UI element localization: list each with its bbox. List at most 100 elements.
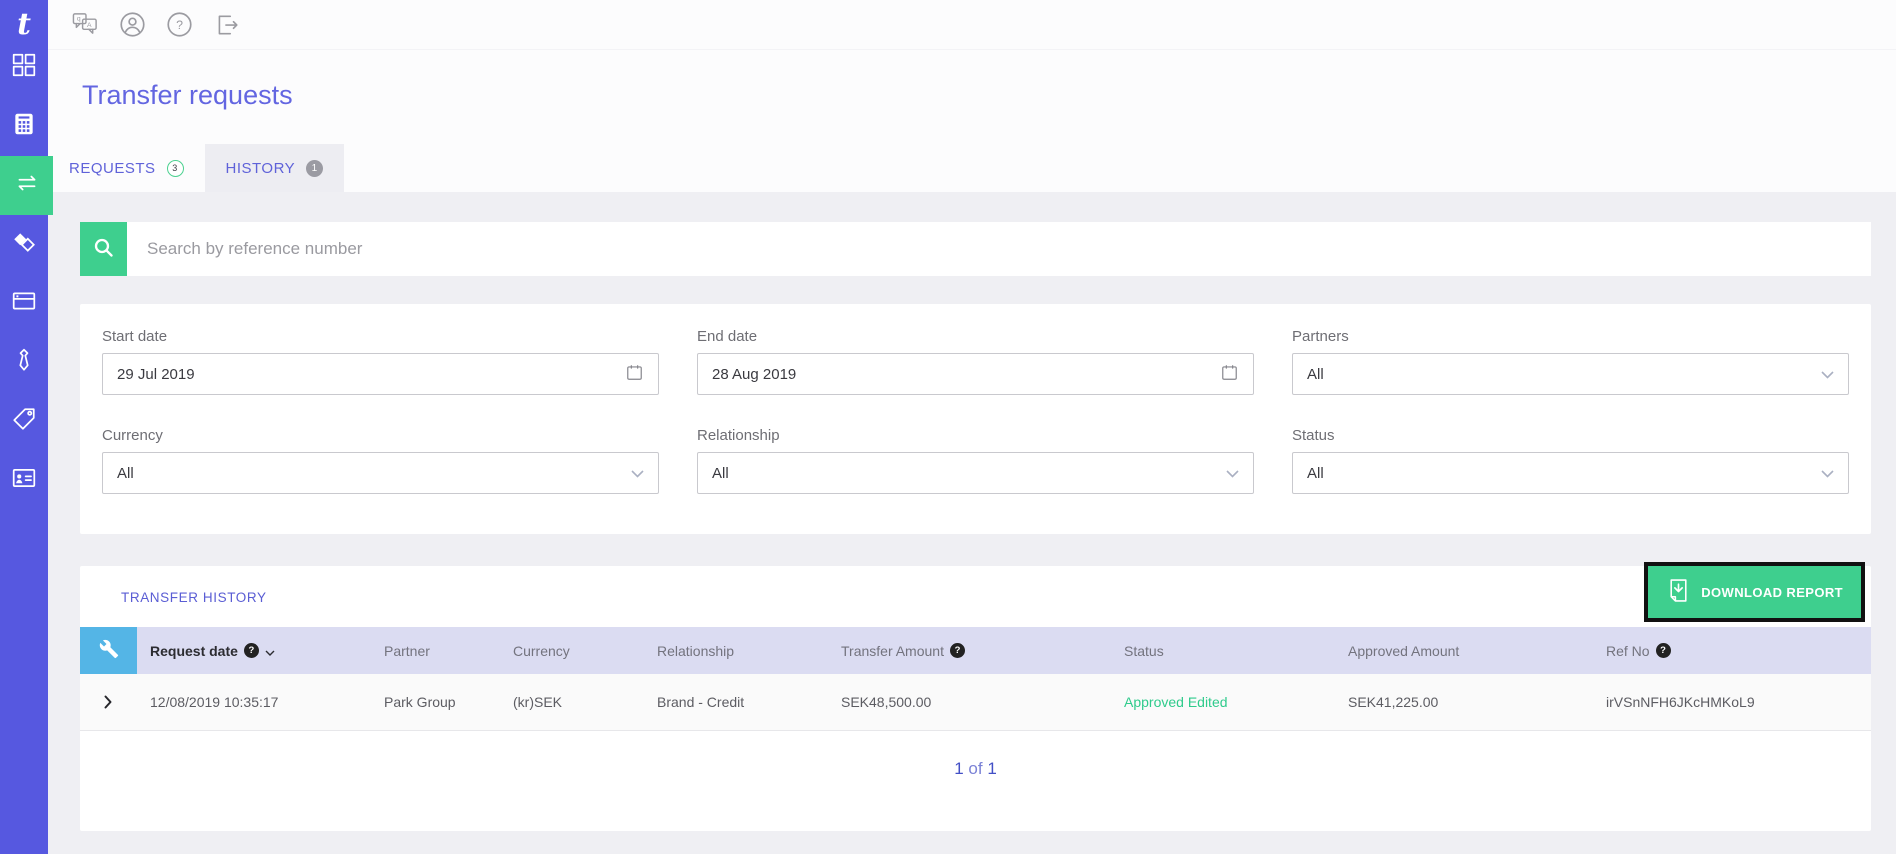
cell-approved-amount: SEK41,225.00: [1348, 694, 1439, 710]
column-header-relationship[interactable]: Relationship: [644, 643, 828, 659]
column-header-transfer-amount[interactable]: Transfer Amount ?: [828, 643, 1111, 659]
sidebar-item-cards[interactable]: [0, 215, 48, 274]
expand-row-chevron-icon[interactable]: [80, 695, 137, 709]
status-value: All: [1307, 464, 1324, 482]
chevron-down-icon: [631, 465, 644, 482]
partners-label: Partners: [1292, 328, 1349, 345]
download-icon: [1666, 577, 1691, 607]
wrench-icon: [99, 639, 119, 662]
calendar-icon: [625, 363, 644, 386]
help-badge-icon[interactable]: ?: [243, 643, 259, 658]
currency-label: Currency: [102, 427, 163, 444]
download-report-label: DOWNLOAD REPORT: [1701, 584, 1843, 600]
search-icon: [92, 236, 116, 263]
partners-value: All: [1307, 365, 1324, 383]
currency-value: All: [117, 464, 134, 482]
cell-request-date: 12/08/2019 10:35:17: [150, 694, 279, 710]
sidebar-item-accounts[interactable]: [0, 451, 48, 510]
calculator-icon: [11, 111, 37, 142]
cell-relationship: Brand - Credit: [657, 694, 745, 710]
end-date-label: End date: [697, 328, 758, 345]
content-area: Start date 29 Jul 2019 End date 28 Aug 2…: [48, 192, 1896, 854]
table-row[interactable]: 12/08/2019 10:35:17 Park Group (kr)SEK B…: [80, 674, 1871, 731]
translate-icon[interactable]: q A: [72, 11, 99, 38]
relationship-label: Relationship: [697, 427, 780, 444]
table-header-row: Request date ? Partner Currency Relation…: [80, 627, 1871, 674]
search-button[interactable]: [80, 222, 127, 276]
sidebar: t: [0, 0, 53, 854]
section-title: TRANSFER HISTORY: [121, 590, 267, 605]
filter-end-date: End date 28 Aug 2019: [697, 328, 1254, 395]
end-date-input[interactable]: 28 Aug 2019: [697, 353, 1254, 395]
sidebar-item-calculator[interactable]: [0, 97, 48, 156]
column-header-currency[interactable]: Currency: [500, 643, 644, 659]
tag-icon: [11, 406, 37, 437]
column-label: Approved Amount: [1348, 642, 1460, 659]
start-date-input[interactable]: 29 Jul 2019: [102, 353, 659, 395]
tie-icon: [11, 347, 37, 378]
pagination-total: 1: [987, 759, 997, 778]
sidebar-item-apps[interactable]: [0, 38, 48, 97]
search-input[interactable]: [127, 222, 1871, 276]
help-badge-icon[interactable]: ?: [1655, 643, 1671, 658]
column-header-approved-amount[interactable]: Approved Amount: [1335, 643, 1593, 659]
svg-text:?: ?: [176, 18, 183, 32]
sidebar-item-payments[interactable]: [0, 274, 48, 333]
status-select[interactable]: All: [1292, 452, 1849, 494]
end-date-value: 28 Aug 2019: [712, 365, 797, 383]
diamonds-icon: [11, 229, 37, 260]
logout-icon[interactable]: [213, 11, 240, 38]
tab-requests-label: REQUESTS: [69, 159, 156, 177]
pagination: 1 of 1: [80, 759, 1871, 779]
column-label: Relationship: [657, 642, 735, 659]
help-icon[interactable]: ?: [166, 11, 193, 38]
chevron-down-icon: [1821, 465, 1834, 482]
calendar-icon: [1220, 363, 1239, 386]
column-label: Currency: [513, 642, 570, 659]
sidebar-item-business[interactable]: [0, 333, 48, 392]
filters-panel: Start date 29 Jul 2019 End date 28 Aug 2…: [80, 304, 1871, 534]
partners-select[interactable]: All: [1292, 353, 1849, 395]
chevron-down-icon: [1226, 465, 1239, 482]
requests-count-badge: 3: [166, 159, 184, 177]
cell-transfer-amount: SEK48,500.00: [841, 694, 932, 710]
sort-desc-icon: [265, 643, 275, 659]
column-settings-cell[interactable]: [80, 627, 137, 674]
cell-partner: Park Group: [384, 694, 456, 710]
credit-card-icon: [11, 288, 37, 319]
transfer-arrows-icon: [14, 170, 40, 201]
history-count-badge: 1: [306, 159, 324, 177]
column-header-status[interactable]: Status: [1111, 643, 1335, 659]
tab-history[interactable]: HISTORY 1: [204, 144, 345, 192]
cell-status: Approved Edited: [1124, 694, 1228, 710]
relationship-select[interactable]: All: [697, 452, 1254, 494]
filter-currency: Currency All: [102, 427, 659, 494]
column-header-partner[interactable]: Partner: [371, 643, 500, 659]
sidebar-item-transfers[interactable]: [0, 156, 53, 215]
tab-requests[interactable]: REQUESTS 3: [48, 144, 205, 192]
currency-select[interactable]: All: [102, 452, 659, 494]
column-label: Status: [1124, 642, 1164, 659]
topbar: q A ?: [48, 0, 1896, 50]
download-report-button[interactable]: DOWNLOAD REPORT: [1644, 562, 1865, 622]
page-header: Transfer requests REQUESTS 3 HISTORY 1: [48, 50, 1896, 192]
app-root: t q A ? Transfer requests REQUESTS 3 HIS…: [0, 0, 1896, 854]
filter-status: Status All: [1292, 427, 1849, 494]
status-label: Status: [1292, 427, 1335, 444]
grid-icon: [11, 52, 37, 83]
svg-text:q: q: [77, 16, 81, 23]
page-title: Transfer requests: [82, 80, 293, 110]
sidebar-item-pricing[interactable]: [0, 392, 48, 451]
pagination-separator: of: [968, 759, 983, 778]
profile-icon[interactable]: [119, 11, 146, 38]
start-date-label: Start date: [102, 328, 168, 345]
pagination-current: 1: [954, 759, 964, 778]
tab-bar: REQUESTS 3 HISTORY 1: [48, 144, 345, 192]
column-label: Transfer Amount: [841, 642, 944, 659]
start-date-value: 29 Jul 2019: [117, 365, 195, 383]
column-header-ref-no[interactable]: Ref No ?: [1593, 643, 1871, 659]
chevron-down-icon: [1821, 366, 1834, 383]
id-card-icon: [11, 465, 37, 496]
help-badge-icon[interactable]: ?: [949, 643, 965, 658]
column-header-request-date[interactable]: Request date ?: [137, 643, 371, 659]
